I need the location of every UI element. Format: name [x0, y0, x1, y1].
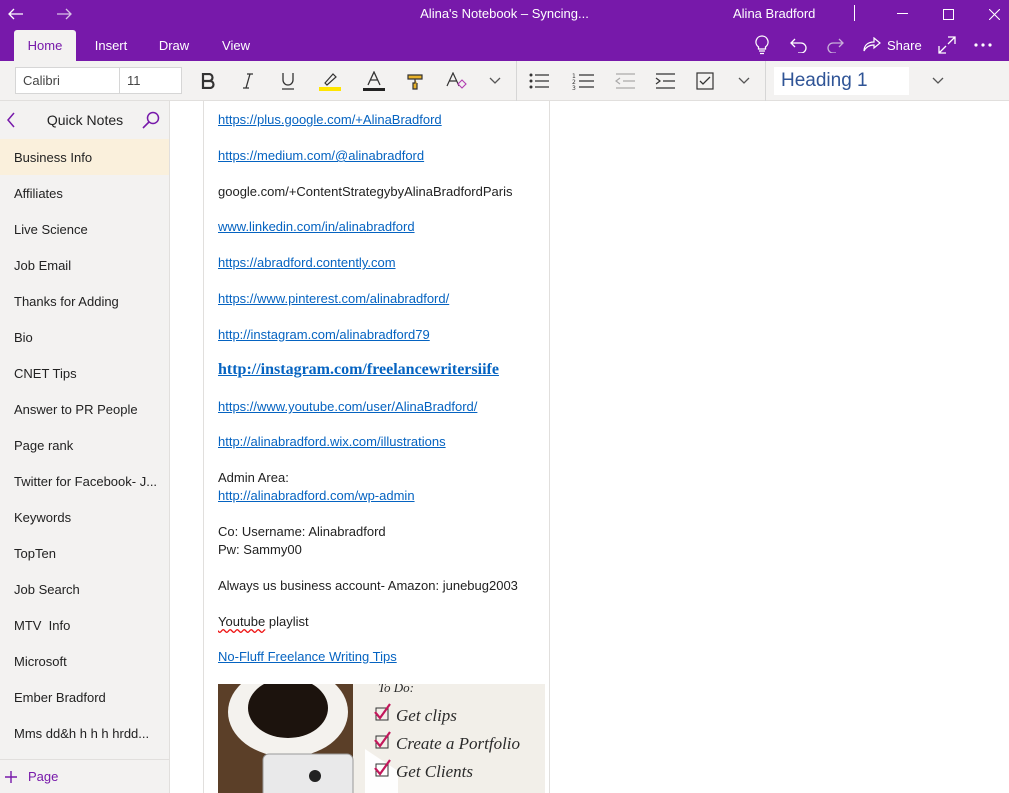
- embedded-video[interactable]: To Do: Get clips Create a Portfolio Get …: [218, 684, 545, 793]
- page-item-affiliates[interactable]: Affiliates: [0, 175, 169, 211]
- link-wp-admin[interactable]: http://alinabradford.com/wp-admin: [218, 488, 415, 503]
- minimize-icon[interactable]: [879, 0, 925, 28]
- link-wix-illustrations[interactable]: http://alinabradford.wix.com/illustratio…: [218, 434, 446, 449]
- style-selector[interactable]: Heading 1: [774, 67, 909, 95]
- page-list: Business Info Affiliates Live Science Jo…: [0, 139, 169, 751]
- tab-home[interactable]: Home: [14, 30, 76, 61]
- toolbar-divider: [516, 61, 517, 101]
- format-painter-icon[interactable]: [403, 69, 429, 93]
- link-linkedin[interactable]: www.linkedin.com/in/alinabradford: [218, 219, 415, 234]
- page-item-job-email[interactable]: Job Email: [0, 247, 169, 283]
- link-pinterest[interactable]: https://www.pinterest.com/alinabradford/: [218, 291, 449, 306]
- font-name-field[interactable]: Calibri: [15, 67, 120, 94]
- close-icon[interactable]: [971, 0, 1009, 28]
- page-item-mtv-info[interactable]: MTV Info: [0, 607, 169, 643]
- share-button[interactable]: Share: [863, 34, 922, 56]
- numbered-list-icon[interactable]: 123: [570, 69, 596, 93]
- link-google-plus[interactable]: https://plus.google.com/+AlinaBradford: [218, 112, 442, 127]
- underline-icon[interactable]: [275, 69, 301, 93]
- add-page-label: Page: [28, 769, 59, 784]
- font-size-field[interactable]: 11: [119, 67, 182, 94]
- page-item-page-rank[interactable]: Page rank: [0, 427, 169, 463]
- tab-draw[interactable]: Draw: [152, 30, 196, 61]
- playlist-word: playlist: [268, 614, 309, 629]
- page-item-answer-to-pr-people[interactable]: Answer to PR People: [0, 391, 169, 427]
- todo-title: To Do:: [378, 684, 414, 695]
- style-dropdown-chevron-icon[interactable]: [925, 69, 951, 93]
- chevron-down-icon[interactable]: [731, 69, 757, 93]
- highlight-icon[interactable]: [317, 69, 343, 93]
- share-icon: [863, 37, 881, 52]
- page-item-keywords[interactable]: Keywords: [0, 499, 169, 535]
- page-item-business-info[interactable]: Business Info: [0, 139, 169, 175]
- page-item-cnet-tips[interactable]: CNET Tips: [0, 355, 169, 391]
- page-item-live-science[interactable]: Live Science: [0, 211, 169, 247]
- misspelled-word[interactable]: Youtube: [218, 614, 265, 629]
- todo-item-create-portfolio: Create a Portfolio: [396, 734, 520, 753]
- page-item-microsoft[interactable]: Microsoft: [0, 643, 169, 679]
- page-item-thanks-for-adding[interactable]: Thanks for Adding: [0, 283, 169, 319]
- note-text-youtube-playlist: Youtube playlist: [218, 614, 309, 629]
- link-medium[interactable]: https://medium.com/@alinabradford: [218, 148, 424, 163]
- link-contently[interactable]: https://abradford.contently.com: [218, 255, 396, 270]
- page-item-twitter-for-facebook[interactable]: Twitter for Facebook- J...: [0, 463, 169, 499]
- share-label: Share: [887, 37, 922, 53]
- plus-icon: [5, 770, 17, 783]
- clear-formatting-icon[interactable]: [443, 69, 469, 93]
- note-container[interactable]: https://plus.google.com/+AlinaBradford h…: [203, 101, 550, 793]
- add-page-button[interactable]: Page: [0, 759, 169, 793]
- note-canvas[interactable]: https://plus.google.com/+AlinaBradford h…: [170, 101, 1009, 793]
- window-title: Alina's Notebook – Syncing...: [420, 6, 589, 21]
- note-text-amazon-account: Always us business account- Amazon: june…: [218, 578, 518, 593]
- user-name[interactable]: Alina Bradford: [733, 6, 815, 21]
- checkbox-todo-icon[interactable]: [692, 69, 718, 93]
- italic-icon[interactable]: [235, 69, 261, 93]
- page-item-topten[interactable]: TopTen: [0, 535, 169, 571]
- more-options-icon[interactable]: [974, 34, 992, 56]
- page-item-job-search[interactable]: Job Search: [0, 571, 169, 607]
- bold-icon[interactable]: [195, 69, 221, 93]
- lightbulb-icon[interactable]: [754, 34, 770, 56]
- search-icon[interactable]: [142, 111, 160, 134]
- toolbar-divider: [765, 61, 766, 101]
- title-bar: Alina's Notebook – Syncing... Alina Brad…: [0, 0, 1009, 28]
- pages-sidebar: Quick Notes Business Info Affiliates Liv…: [0, 101, 170, 793]
- note-text-password: Pw: Sammy00: [218, 542, 302, 557]
- note-text-google-content-strategy: google.com/+ContentStrategybyAlinaBradfo…: [218, 184, 513, 199]
- link-instagram-alinabradford79[interactable]: http://instagram.com/alinabradford79: [218, 327, 430, 342]
- increase-indent-icon[interactable]: [652, 69, 678, 93]
- chevron-down-icon[interactable]: [482, 69, 508, 93]
- formatting-toolbar: Calibri 11 123 Heading 1: [0, 61, 1009, 101]
- note-text-username: Co: Username: Alinabradford: [218, 524, 386, 539]
- todo-item-get-clients: Get Clients: [396, 762, 473, 781]
- page-item-ember-bradford[interactable]: Ember Bradford: [0, 679, 169, 715]
- todo-item-get-clips: Get clips: [396, 706, 457, 725]
- tab-insert[interactable]: Insert: [86, 30, 136, 61]
- link-no-fluff-freelance-writing-tips[interactable]: No-Fluff Freelance Writing Tips: [218, 649, 397, 664]
- link-youtube[interactable]: https://www.youtube.com/user/AlinaBradfo…: [218, 399, 477, 414]
- ribbon-tabs: Home Insert Draw View Share: [0, 28, 1009, 61]
- video-thumbnail: To Do: Get clips Create a Portfolio Get …: [218, 684, 545, 793]
- note-text-admin-area: Admin Area:: [218, 470, 289, 485]
- bullet-list-icon[interactable]: [526, 69, 552, 93]
- font-color-icon[interactable]: [361, 69, 387, 93]
- link-instagram-freelancewriterslife[interactable]: http://instagram.com/freelancewritersiif…: [218, 361, 499, 379]
- page-item-mms[interactable]: Mms dd&h h h h hrdd...: [0, 715, 169, 751]
- redo-icon[interactable]: [826, 34, 844, 56]
- fullscreen-icon[interactable]: [938, 34, 956, 56]
- undo-icon[interactable]: [790, 34, 808, 56]
- maximize-icon[interactable]: [925, 0, 971, 28]
- page-item-bio[interactable]: Bio: [0, 319, 169, 355]
- titlebar-divider: [854, 5, 855, 21]
- tab-view[interactable]: View: [214, 30, 258, 61]
- section-header: Quick Notes: [0, 101, 170, 139]
- svg-text:3: 3: [572, 85, 576, 90]
- decrease-indent-icon[interactable]: [612, 69, 638, 93]
